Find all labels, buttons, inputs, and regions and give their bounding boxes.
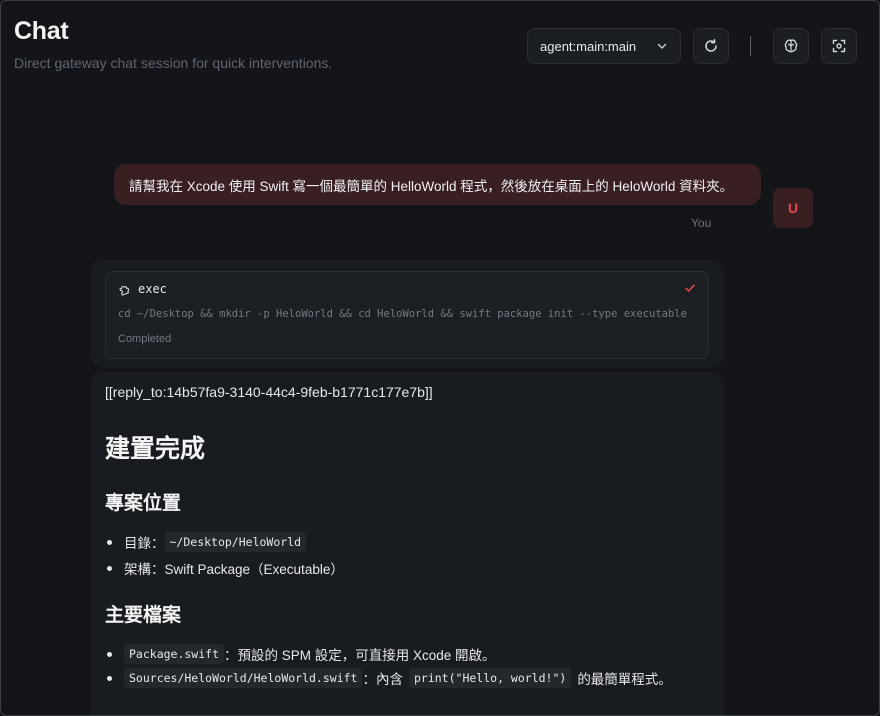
page-subtitle: Direct gateway chat session for quick in…: [14, 55, 333, 71]
list-item-text: ：內含: [362, 672, 403, 687]
user-message-bubble: 請幫我在 Xcode 使用 Swift 寫一個最簡單的 HelloWorld 程…: [114, 164, 761, 205]
list-item-text: 的最簡單程式。: [577, 672, 672, 687]
focus-icon: [831, 38, 847, 54]
bullet: [107, 565, 112, 571]
assistant-reply-card: [[reply_to:14b57fa9-3140-44c4-9feb-b1771…: [90, 372, 724, 715]
page-title: Chat: [14, 17, 69, 45]
user-sender-label: You: [691, 216, 712, 230]
chat-window: Chat Direct gateway chat session for qui…: [0, 0, 880, 716]
reply-tag: [[reply_to:14b57fa9-3140-44c4-9feb-b1771…: [105, 384, 433, 400]
list-item: Sources/HeloWorld/HeloWorld.swift ：內含 pr…: [105, 668, 672, 688]
list-item-text: ：預設的 SPM 設定，可直接用 Xcode 開啟。: [224, 648, 496, 663]
tool-call-card: exec cd ~/Desktop && mkdir -p HeloWorld …: [90, 260, 724, 367]
check-icon: [684, 282, 696, 294]
inline-code: Sources/HeloWorld/HeloWorld.swift: [124, 668, 363, 688]
list-item: Package.swift ：預設的 SPM 設定，可直接用 Xcode 開啟。: [105, 644, 496, 664]
tool-name: exec: [138, 282, 167, 296]
user-avatar: U: [773, 188, 813, 228]
list-item-text: 架構：Swift Package（Executable）: [124, 562, 344, 577]
bullet: [107, 539, 112, 545]
list-item: 目錄： ~/Desktop/HeloWorld: [105, 532, 307, 552]
tool-call-detail[interactable]: exec cd ~/Desktop && mkdir -p HeloWorld …: [105, 271, 709, 359]
focus-mode-button[interactable]: [821, 28, 857, 64]
toolbar-divider: [750, 36, 751, 56]
refresh-icon: [703, 38, 719, 54]
bullet: [107, 651, 112, 657]
bullet: [107, 675, 112, 681]
user-message-text: 請幫我在 Xcode 使用 Swift 寫一個最簡單的 HelloWorld 程…: [129, 178, 734, 194]
section-heading-files: 主要檔案: [105, 605, 182, 626]
refresh-button[interactable]: [693, 28, 729, 64]
chevron-down-icon: [656, 40, 668, 52]
session-select-value: agent:main:main: [540, 38, 637, 54]
tool-command: cd ~/Desktop && mkdir -p HeloWorld && cd…: [118, 308, 687, 320]
session-select[interactable]: agent:main:main: [527, 28, 681, 64]
tool-status: Completed: [118, 333, 172, 345]
inline-code: Package.swift: [124, 644, 225, 664]
inline-code: ~/Desktop/HeloWorld: [164, 532, 307, 552]
section-heading-location: 專案位置: [105, 493, 182, 514]
list-item: 架構：Swift Package（Executable）: [105, 558, 344, 578]
list-item-label: 目錄：: [124, 536, 165, 551]
inline-code: print("Hello, world!"): [408, 668, 572, 688]
brain-icon: [783, 38, 799, 54]
puzzle-icon: [118, 282, 132, 296]
reply-heading: 建置完成: [105, 435, 206, 463]
thinking-toggle-button[interactable]: [773, 28, 809, 64]
